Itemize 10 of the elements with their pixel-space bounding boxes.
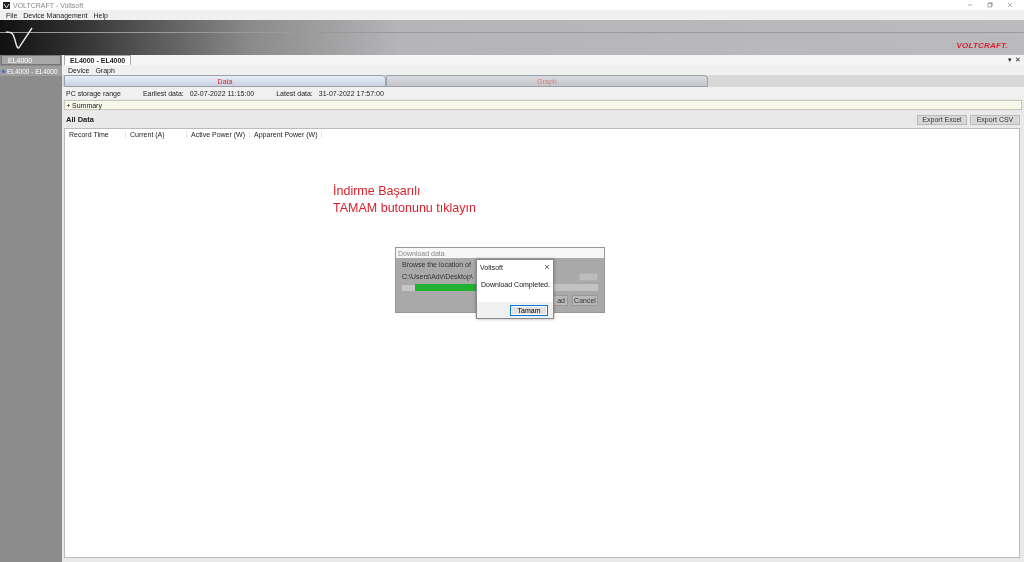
close-icon[interactable] xyxy=(1007,2,1013,8)
expand-icon[interactable] xyxy=(67,103,70,107)
annotation-text: İndirme Başarılı xyxy=(333,183,422,200)
brand-logo: VOLTCRAFT. xyxy=(956,41,1008,50)
annotation-text: TAMAM butonunu tıklayın xyxy=(333,200,476,217)
minimize-icon[interactable] xyxy=(967,2,973,8)
restore-icon[interactable] xyxy=(987,2,993,8)
close-icon[interactable] xyxy=(544,264,550,270)
blank-field xyxy=(402,284,415,291)
device-icon xyxy=(1,68,6,74)
